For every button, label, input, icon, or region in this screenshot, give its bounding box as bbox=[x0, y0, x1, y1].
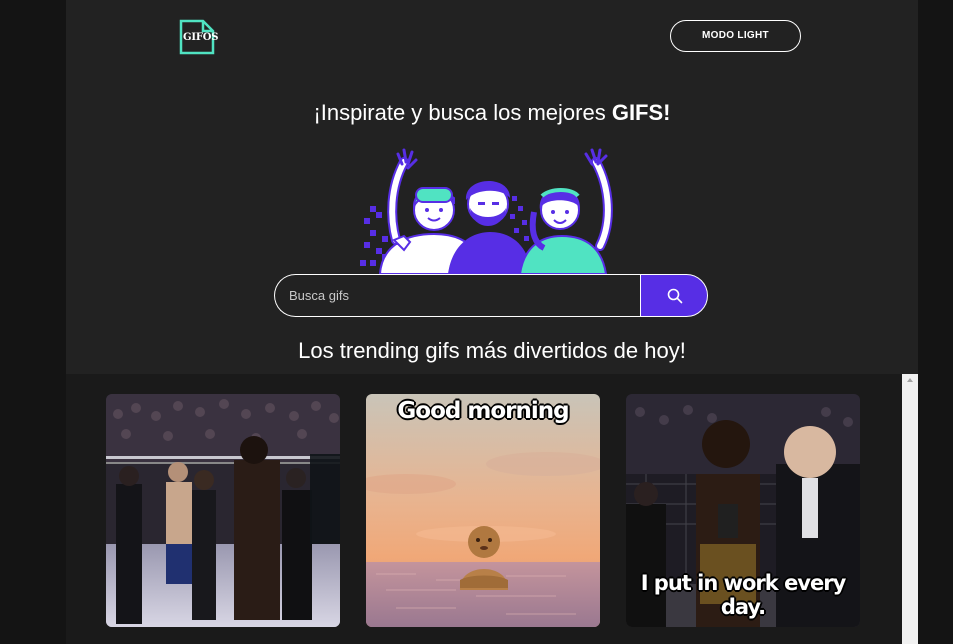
search-icon bbox=[667, 288, 683, 304]
search-bar bbox=[274, 274, 708, 317]
gif-card-3[interactable]: I put in work every day. bbox=[626, 394, 860, 627]
gif-card-1[interactable] bbox=[106, 394, 340, 627]
gif-caption-work-every-day: I put in work every day. bbox=[640, 571, 847, 619]
trending-title: Los trending gifs más divertidos de hoy! bbox=[298, 338, 686, 363]
search-input[interactable] bbox=[274, 274, 641, 317]
hero-title-prefix: ¡Inspirate y busca los mejores bbox=[313, 100, 612, 125]
logo-text: GIFOS bbox=[183, 32, 219, 43]
scroll-up-arrow-icon[interactable] bbox=[907, 378, 913, 382]
three-people-waving-illustration bbox=[360, 148, 622, 275]
gifos-logo[interactable]: GIFOS bbox=[179, 19, 219, 55]
scrollbar[interactable] bbox=[902, 374, 918, 644]
gif-caption-good-morning: Good morning bbox=[397, 398, 569, 424]
gif-card-2[interactable]: Good morning bbox=[366, 394, 600, 627]
gif-image-good-morning bbox=[366, 394, 600, 627]
mode-light-button[interactable]: MODO LIGHT bbox=[670, 20, 801, 52]
search-button[interactable] bbox=[640, 274, 708, 317]
gif-image-ufc-fighters bbox=[106, 394, 340, 627]
header-section: GIFOS MODO LIGHT ¡Inspirate y busca los … bbox=[66, 0, 918, 374]
hero-title-highlight: GIFS! bbox=[611, 100, 671, 125]
hero-title: ¡Inspirate y busca los mejores GIFS! bbox=[66, 100, 918, 126]
